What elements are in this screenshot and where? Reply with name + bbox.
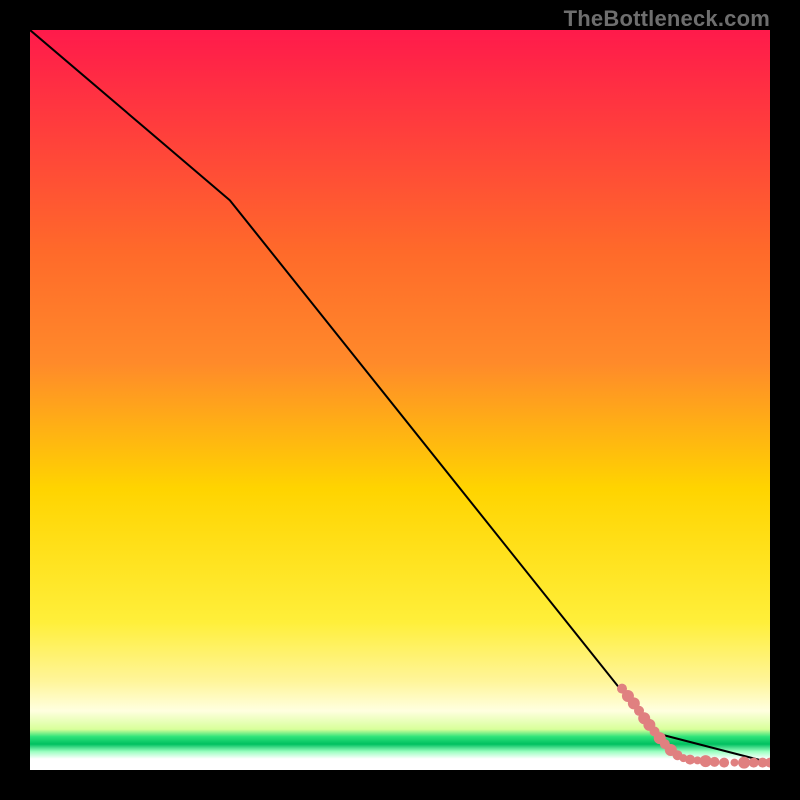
marker-dot	[710, 757, 720, 767]
marker-dot	[749, 758, 759, 768]
marker-dot	[738, 757, 750, 769]
marker-dot	[730, 759, 738, 767]
marker-dot	[719, 758, 729, 768]
chart-stage: TheBottleneck.com	[0, 0, 800, 800]
watermark-label: TheBottleneck.com	[564, 6, 770, 32]
chart-svg	[30, 30, 770, 770]
plot-area	[30, 30, 770, 770]
